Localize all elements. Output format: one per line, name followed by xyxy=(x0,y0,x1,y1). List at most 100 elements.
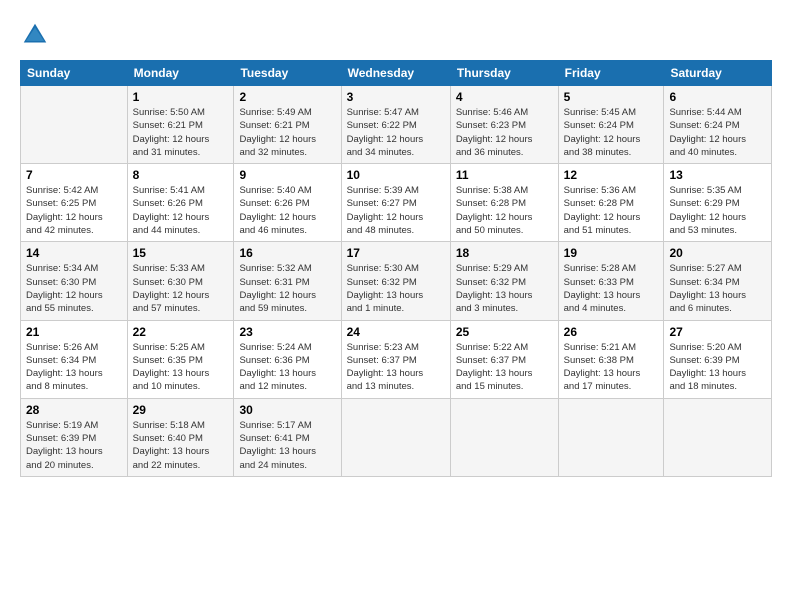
day-info: Sunrise: 5:40 AM Sunset: 6:26 PM Dayligh… xyxy=(239,184,335,237)
day-number: 12 xyxy=(564,168,659,182)
table-row: 28 Sunrise: 5:19 AM Sunset: 6:39 PM Dayli… xyxy=(21,398,772,476)
day-number: 9 xyxy=(239,168,335,182)
day-info: Sunrise: 5:29 AM Sunset: 6:32 PM Dayligh… xyxy=(456,262,553,315)
table-cell: 13 Sunrise: 5:35 AM Sunset: 6:29 PM Dayli… xyxy=(664,164,772,242)
day-number: 17 xyxy=(347,246,445,260)
day-info: Sunrise: 5:26 AM Sunset: 6:34 PM Dayligh… xyxy=(26,341,122,394)
table-cell: 22 Sunrise: 5:25 AM Sunset: 6:35 PM Dayli… xyxy=(127,320,234,398)
day-info: Sunrise: 5:23 AM Sunset: 6:37 PM Dayligh… xyxy=(347,341,445,394)
table-cell: 17 Sunrise: 5:30 AM Sunset: 6:32 PM Dayli… xyxy=(341,242,450,320)
table-cell: 11Sunrise: 5:38 AM Sunset: 6:28 PM Dayli… xyxy=(450,164,558,242)
table-row: 14 Sunrise: 5:34 AM Sunset: 6:30 PM Dayli… xyxy=(21,242,772,320)
day-number: 1 xyxy=(133,90,229,104)
day-number: 21 xyxy=(26,325,122,339)
day-info: Sunrise: 5:45 AM Sunset: 6:24 PM Dayligh… xyxy=(564,106,659,159)
day-number: 24 xyxy=(347,325,445,339)
header-cell-tuesday: Tuesday xyxy=(234,61,341,86)
day-number: 19 xyxy=(564,246,659,260)
day-number: 25 xyxy=(456,325,553,339)
day-info: Sunrise: 5:42 AM Sunset: 6:25 PM Dayligh… xyxy=(26,184,122,237)
day-info: Sunrise: 5:28 AM Sunset: 6:33 PM Dayligh… xyxy=(564,262,659,315)
header-cell-monday: Monday xyxy=(127,61,234,86)
table-cell: 2 Sunrise: 5:49 AM Sunset: 6:21 PM Daylig… xyxy=(234,86,341,164)
day-info: Sunrise: 5:22 AM Sunset: 6:37 PM Dayligh… xyxy=(456,341,553,394)
header xyxy=(20,20,772,50)
table-cell xyxy=(450,398,558,476)
table-cell: 12 Sunrise: 5:36 AM Sunset: 6:28 PM Dayli… xyxy=(558,164,664,242)
day-number: 29 xyxy=(133,403,229,417)
table-cell: 14 Sunrise: 5:34 AM Sunset: 6:30 PM Dayli… xyxy=(21,242,128,320)
day-info: Sunrise: 5:36 AM Sunset: 6:28 PM Dayligh… xyxy=(564,184,659,237)
table-cell xyxy=(21,86,128,164)
day-info: Sunrise: 5:25 AM Sunset: 6:35 PM Dayligh… xyxy=(133,341,229,394)
table-cell: 16 Sunrise: 5:32 AM Sunset: 6:31 PM Dayli… xyxy=(234,242,341,320)
table-cell: 30Sunrise: 5:17 AM Sunset: 6:41 PM Dayli… xyxy=(234,398,341,476)
day-info: Sunrise: 5:33 AM Sunset: 6:30 PM Dayligh… xyxy=(133,262,229,315)
day-info: Sunrise: 5:18 AM Sunset: 6:40 PM Dayligh… xyxy=(133,419,229,472)
day-info: Sunrise: 5:49 AM Sunset: 6:21 PM Dayligh… xyxy=(239,106,335,159)
day-info: Sunrise: 5:34 AM Sunset: 6:30 PM Dayligh… xyxy=(26,262,122,315)
table-cell: 18 Sunrise: 5:29 AM Sunset: 6:32 PM Dayli… xyxy=(450,242,558,320)
day-info: Sunrise: 5:17 AM Sunset: 6:41 PM Dayligh… xyxy=(239,419,335,472)
day-info: Sunrise: 5:50 AM Sunset: 6:21 PM Dayligh… xyxy=(133,106,229,159)
table-cell: 20Sunrise: 5:27 AM Sunset: 6:34 PM Dayli… xyxy=(664,242,772,320)
table-cell: 27 Sunrise: 5:20 AM Sunset: 6:39 PM Dayli… xyxy=(664,320,772,398)
table-cell: 24 Sunrise: 5:23 AM Sunset: 6:37 PM Dayli… xyxy=(341,320,450,398)
day-info: Sunrise: 5:20 AM Sunset: 6:39 PM Dayligh… xyxy=(669,341,766,394)
table-cell: 15 Sunrise: 5:33 AM Sunset: 6:30 PM Dayli… xyxy=(127,242,234,320)
day-info: Sunrise: 5:27 AM Sunset: 6:34 PM Dayligh… xyxy=(669,262,766,315)
header-cell-friday: Friday xyxy=(558,61,664,86)
day-info: Sunrise: 5:35 AM Sunset: 6:29 PM Dayligh… xyxy=(669,184,766,237)
day-number: 22 xyxy=(133,325,229,339)
table-row: 1 Sunrise: 5:50 AM Sunset: 6:21 PM Daylig… xyxy=(21,86,772,164)
logo xyxy=(20,20,52,50)
table-cell: 4 Sunrise: 5:46 AM Sunset: 6:23 PM Daylig… xyxy=(450,86,558,164)
day-number: 13 xyxy=(669,168,766,182)
day-number: 3 xyxy=(347,90,445,104)
day-info: Sunrise: 5:39 AM Sunset: 6:27 PM Dayligh… xyxy=(347,184,445,237)
day-info: Sunrise: 5:46 AM Sunset: 6:23 PM Dayligh… xyxy=(456,106,553,159)
header-cell-sunday: Sunday xyxy=(21,61,128,86)
day-number: 23 xyxy=(239,325,335,339)
table-cell xyxy=(341,398,450,476)
day-info: Sunrise: 5:24 AM Sunset: 6:36 PM Dayligh… xyxy=(239,341,335,394)
calendar-table: SundayMondayTuesdayWednesdayThursdayFrid… xyxy=(20,60,772,477)
day-number: 26 xyxy=(564,325,659,339)
day-number: 15 xyxy=(133,246,229,260)
table-cell: 21 Sunrise: 5:26 AM Sunset: 6:34 PM Dayli… xyxy=(21,320,128,398)
day-info: Sunrise: 5:21 AM Sunset: 6:38 PM Dayligh… xyxy=(564,341,659,394)
day-number: 5 xyxy=(564,90,659,104)
day-number: 8 xyxy=(133,168,229,182)
day-number: 14 xyxy=(26,246,122,260)
header-cell-thursday: Thursday xyxy=(450,61,558,86)
page: SundayMondayTuesdayWednesdayThursdayFrid… xyxy=(0,0,792,612)
table-header: SundayMondayTuesdayWednesdayThursdayFrid… xyxy=(21,61,772,86)
table-cell xyxy=(558,398,664,476)
logo-icon xyxy=(20,20,50,50)
table-cell: 29 Sunrise: 5:18 AM Sunset: 6:40 PM Dayli… xyxy=(127,398,234,476)
table-body: 1 Sunrise: 5:50 AM Sunset: 6:21 PM Daylig… xyxy=(21,86,772,477)
day-info: Sunrise: 5:32 AM Sunset: 6:31 PM Dayligh… xyxy=(239,262,335,315)
day-info: Sunrise: 5:44 AM Sunset: 6:24 PM Dayligh… xyxy=(669,106,766,159)
table-cell: 1 Sunrise: 5:50 AM Sunset: 6:21 PM Daylig… xyxy=(127,86,234,164)
table-cell: 9 Sunrise: 5:40 AM Sunset: 6:26 PM Daylig… xyxy=(234,164,341,242)
table-cell: 10Sunrise: 5:39 AM Sunset: 6:27 PM Dayli… xyxy=(341,164,450,242)
table-cell: 28 Sunrise: 5:19 AM Sunset: 6:39 PM Dayli… xyxy=(21,398,128,476)
day-number: 27 xyxy=(669,325,766,339)
day-number: 18 xyxy=(456,246,553,260)
day-info: Sunrise: 5:19 AM Sunset: 6:39 PM Dayligh… xyxy=(26,419,122,472)
day-number: 16 xyxy=(239,246,335,260)
day-number: 28 xyxy=(26,403,122,417)
day-info: Sunrise: 5:38 AM Sunset: 6:28 PM Dayligh… xyxy=(456,184,553,237)
day-info: Sunrise: 5:41 AM Sunset: 6:26 PM Dayligh… xyxy=(133,184,229,237)
day-number: 2 xyxy=(239,90,335,104)
table-cell: 7Sunrise: 5:42 AM Sunset: 6:25 PM Daylig… xyxy=(21,164,128,242)
table-row: 21 Sunrise: 5:26 AM Sunset: 6:34 PM Dayli… xyxy=(21,320,772,398)
day-number: 4 xyxy=(456,90,553,104)
table-cell xyxy=(664,398,772,476)
table-cell: 6 Sunrise: 5:44 AM Sunset: 6:24 PM Daylig… xyxy=(664,86,772,164)
header-cell-saturday: Saturday xyxy=(664,61,772,86)
day-number: 6 xyxy=(669,90,766,104)
table-cell: 3Sunrise: 5:47 AM Sunset: 6:22 PM Daylig… xyxy=(341,86,450,164)
day-info: Sunrise: 5:30 AM Sunset: 6:32 PM Dayligh… xyxy=(347,262,445,315)
